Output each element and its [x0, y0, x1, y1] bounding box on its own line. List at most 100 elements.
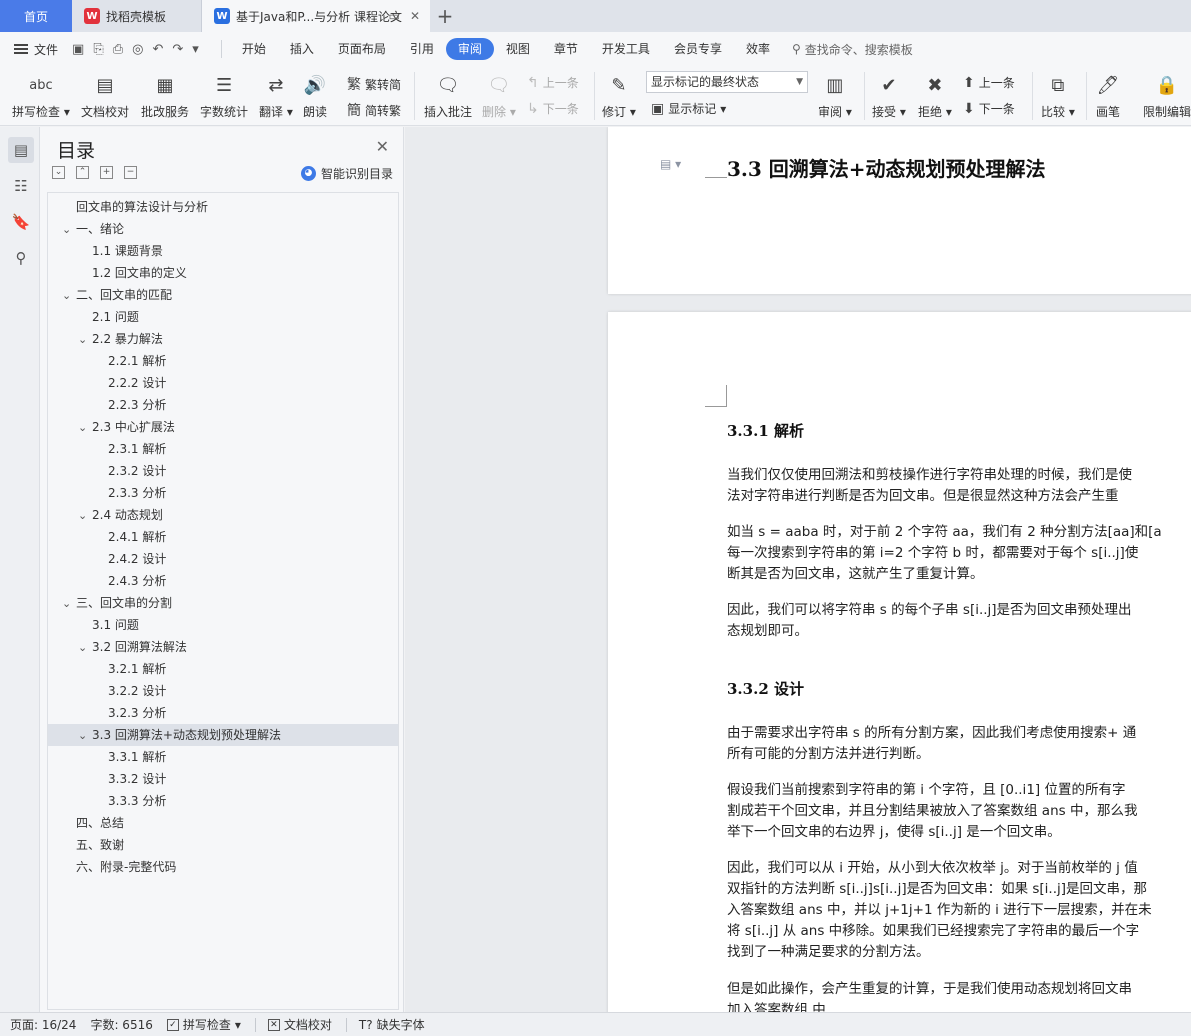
bookmark-icon[interactable]: 🔖: [8, 209, 34, 235]
doc-proof-status[interactable]: ✕ 文档校对: [267, 1016, 332, 1033]
tab-home[interactable]: 首页: [0, 0, 72, 32]
toc-item[interactable]: 回文串的算法设计与分析: [48, 196, 398, 218]
toc-item[interactable]: 2.3.3 分析: [48, 482, 398, 504]
save-icon[interactable]: ▣: [72, 42, 84, 57]
toc-item[interactable]: 3.1 问题: [48, 614, 398, 636]
menu-tab[interactable]: 视图: [494, 38, 542, 60]
undo-icon[interactable]: ↶: [152, 42, 163, 57]
trad-to-simp-button[interactable]: 繁繁转简: [347, 74, 401, 94]
toc-item[interactable]: 2.4.1 解析: [48, 526, 398, 548]
menu-tab[interactable]: 章节: [542, 38, 590, 60]
chevron-down-icon[interactable]: ⌄: [62, 219, 76, 241]
pen-button[interactable]: 🖊 画笔: [1096, 70, 1120, 120]
spell-check-status[interactable]: ✓ 拼写检查 ▾: [166, 1016, 241, 1033]
reject-button[interactable]: ✖ 拒绝 ▾: [918, 70, 952, 120]
menu-tab[interactable]: 插入: [278, 38, 326, 60]
translate-button[interactable]: ⇄ 翻译 ▾: [259, 70, 293, 120]
tab-document[interactable]: W 基于Java和P...与分析 课程论文 ▭ ✕: [202, 0, 430, 32]
show-markup-button[interactable]: ▣ 显示标记 ▾: [651, 100, 726, 117]
file-menu[interactable]: 文件: [14, 41, 58, 58]
toc-item[interactable]: 2.3.2 设计: [48, 460, 398, 482]
prev-change-button[interactable]: ⬆ 上一条: [963, 74, 1015, 91]
review-service-button[interactable]: ▦ 批改服务: [141, 70, 189, 120]
toc-item[interactable]: 3.3.1 解析: [48, 746, 398, 768]
close-icon[interactable]: ✕: [376, 137, 389, 156]
track-changes-button[interactable]: ✎ 修订 ▾: [602, 70, 636, 120]
insert-comment-button[interactable]: 🗨 插入批注: [424, 70, 472, 120]
chevron-down-icon[interactable]: ⌄: [78, 637, 92, 659]
paragraph-icon[interactable]: ▤ ▾: [660, 157, 681, 171]
toc-item[interactable]: 2.4.2 设计: [48, 548, 398, 570]
doc-proof-button[interactable]: ▤ 文档校对: [81, 70, 129, 120]
search-icon[interactable]: ⚲: [8, 245, 34, 271]
prev-comment-button[interactable]: ↰ 上一条: [527, 74, 579, 91]
next-change-button[interactable]: ⬇ 下一条: [963, 100, 1015, 117]
compare-button[interactable]: ⧉ 比较 ▾: [1041, 70, 1075, 120]
spell-check-button[interactable]: abc 拼写检查 ▾: [12, 70, 70, 120]
word-count-indicator[interactable]: 字数: 6516: [90, 1016, 152, 1033]
toc-item[interactable]: 五、致谢: [48, 834, 398, 856]
toc-item[interactable]: 2.2.1 解析: [48, 350, 398, 372]
more-icon[interactable]: ▾: [192, 42, 199, 57]
restrict-edit-button[interactable]: 🔒 限制编辑: [1143, 70, 1191, 120]
chevron-down-icon[interactable]: ⌄: [78, 417, 92, 439]
menu-tab[interactable]: 审阅: [445, 38, 494, 60]
toc-panel-icon[interactable]: ▤: [8, 137, 34, 163]
page-indicator[interactable]: 页面: 16/24: [10, 1016, 76, 1033]
menu-tab[interactable]: 引用: [398, 38, 446, 60]
missing-font-status[interactable]: T? 缺失字体: [359, 1016, 425, 1033]
toc-item[interactable]: ⌄ 2.2 暴力解法: [48, 328, 398, 350]
redo-icon[interactable]: ↷: [172, 42, 183, 57]
chevron-down-icon[interactable]: ⌄: [78, 329, 92, 351]
toc-item[interactable]: 1.1 课题背景: [48, 240, 398, 262]
new-tab-button[interactable]: +: [430, 0, 460, 32]
menu-tab[interactable]: 页面布局: [326, 38, 398, 60]
markup-state-select[interactable]: 显示标记的最终状态 ▼: [646, 71, 808, 93]
export-icon[interactable]: ⎘: [93, 42, 103, 57]
toc-item[interactable]: 2.2.3 分析: [48, 394, 398, 416]
chevron-down-icon[interactable]: ⌄: [78, 505, 92, 527]
toc-item[interactable]: 3.3.3 分析: [48, 790, 398, 812]
collapse-minus-icon[interactable]: −: [124, 166, 137, 179]
menu-tab[interactable]: 会员专享: [662, 38, 734, 60]
read-aloud-button[interactable]: 🔊 朗读: [303, 70, 327, 120]
chevron-down-icon[interactable]: ⌄: [62, 285, 76, 307]
smart-toc-button[interactable]: ◕ 智能识别目录: [300, 165, 393, 182]
command-search[interactable]: ⚲ 查找命令、搜索模板: [792, 41, 913, 58]
toc-item[interactable]: ⌄ 三、回文串的分割: [48, 592, 398, 614]
menu-tab[interactable]: 开发工具: [590, 38, 662, 60]
toc-item[interactable]: 2.2.2 设计: [48, 372, 398, 394]
navigation-icon[interactable]: ☷: [8, 173, 34, 199]
word-count-button[interactable]: ☰ 字数统计: [200, 70, 248, 120]
chevron-down-icon[interactable]: ⌄: [78, 725, 92, 747]
toc-item[interactable]: 3.3.2 设计: [48, 768, 398, 790]
preview-icon[interactable]: ◎: [132, 42, 143, 57]
print-icon[interactable]: ⎙: [113, 42, 123, 57]
menu-tab[interactable]: 效率: [734, 38, 782, 60]
next-comment-button[interactable]: ↳ 下一条: [527, 100, 579, 117]
toc-item[interactable]: ⌄ 3.2 回溯算法解法: [48, 636, 398, 658]
screen-icon[interactable]: ▭: [389, 9, 400, 23]
toc-item[interactable]: 六、附录-完整代码: [48, 856, 398, 878]
toc-item[interactable]: ⌄ 2.3 中心扩展法: [48, 416, 398, 438]
toc-item[interactable]: ⌄ 2.4 动态规划: [48, 504, 398, 526]
toc-item[interactable]: 2.1 问题: [48, 306, 398, 328]
accept-button[interactable]: ✔ 接受 ▾: [872, 70, 906, 120]
toc-item[interactable]: 3.2.1 解析: [48, 658, 398, 680]
toc-item[interactable]: 2.3.1 解析: [48, 438, 398, 460]
toc-item[interactable]: ⌄ 一、绪论: [48, 218, 398, 240]
chevron-down-icon[interactable]: ⌄: [62, 593, 76, 615]
toc-item[interactable]: 2.4.3 分析: [48, 570, 398, 592]
collapse-down-icon[interactable]: ⌄: [52, 166, 65, 179]
close-tab-icon[interactable]: ✕: [410, 9, 420, 23]
collapse-up-icon[interactable]: ⌃: [76, 166, 89, 179]
delete-comment-button[interactable]: 🗨 删除 ▾: [482, 70, 516, 120]
simp-to-trad-button[interactable]: 簡简转繁: [347, 100, 401, 120]
tab-template[interactable]: W 找稻壳模板: [72, 0, 202, 32]
menu-tab[interactable]: 开始: [230, 38, 278, 60]
toc-item[interactable]: 四、总结: [48, 812, 398, 834]
toc-item[interactable]: ⌄ 二、回文串的匹配: [48, 284, 398, 306]
toc-item[interactable]: 1.2 回文串的定义: [48, 262, 398, 284]
toc-item[interactable]: 3.2.3 分析: [48, 702, 398, 724]
toc-item[interactable]: ⌄ 3.3 回溯算法+动态规划预处理解法: [48, 724, 398, 746]
